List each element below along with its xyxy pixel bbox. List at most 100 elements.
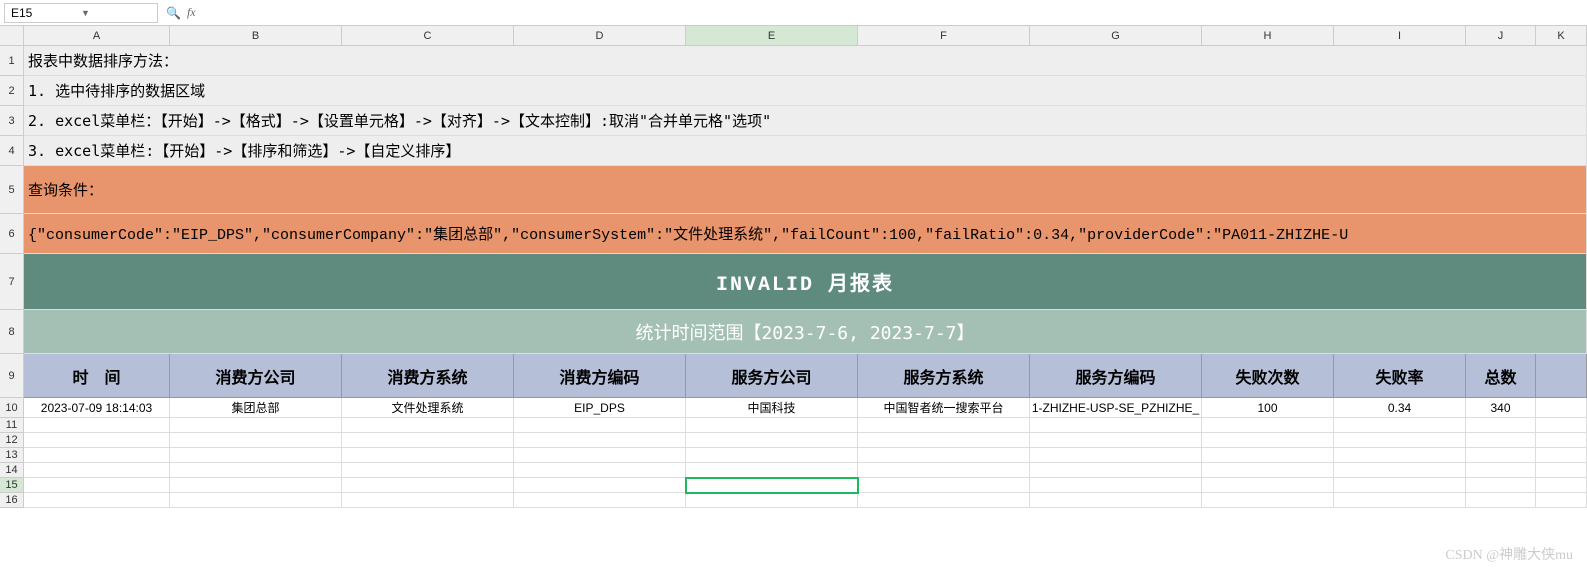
active-cell[interactable] — [686, 478, 858, 493]
row-header[interactable]: 1 — [0, 46, 24, 76]
column-header[interactable]: C — [342, 26, 514, 46]
cell[interactable] — [1466, 448, 1536, 463]
cell[interactable] — [24, 448, 170, 463]
cell[interactable] — [342, 418, 514, 433]
row-header[interactable]: 4 — [0, 136, 24, 166]
cell[interactable] — [1466, 418, 1536, 433]
table-data-cell[interactable] — [1536, 398, 1587, 418]
cell[interactable] — [342, 493, 514, 508]
cell[interactable] — [1202, 448, 1334, 463]
column-header[interactable]: A — [24, 26, 170, 46]
cell[interactable] — [24, 418, 170, 433]
table-data-cell[interactable]: EIP_DPS — [514, 398, 686, 418]
table-header-cell[interactable]: 服务方编码 — [1030, 354, 1202, 398]
cell[interactable] — [1536, 433, 1587, 448]
cell[interactable] — [858, 478, 1030, 493]
cell[interactable] — [342, 433, 514, 448]
cell[interactable] — [858, 463, 1030, 478]
cell[interactable] — [1334, 418, 1466, 433]
row-header[interactable]: 11 — [0, 418, 24, 433]
table-header-cell[interactable]: 失败率 — [1334, 354, 1466, 398]
select-all-corner[interactable] — [0, 26, 24, 46]
row-header[interactable]: 2 — [0, 76, 24, 106]
cell[interactable] — [686, 493, 858, 508]
merged-cell[interactable]: {"consumerCode":"EIP_DPS","consumerCompa… — [24, 214, 1587, 254]
table-data-cell[interactable]: 0.34 — [1334, 398, 1466, 418]
cell[interactable] — [170, 493, 342, 508]
cell[interactable] — [24, 463, 170, 478]
cell[interactable] — [1030, 418, 1202, 433]
row-header[interactable]: 14 — [0, 463, 24, 478]
cell[interactable] — [514, 493, 686, 508]
table-data-cell[interactable]: 340 — [1466, 398, 1536, 418]
row-header[interactable]: 6 — [0, 214, 24, 254]
row-header[interactable]: 16 — [0, 493, 24, 508]
cell[interactable] — [1202, 418, 1334, 433]
cell[interactable] — [342, 478, 514, 493]
cell[interactable] — [514, 433, 686, 448]
table-header-cell[interactable]: 时 间 — [24, 354, 170, 398]
table-header-cell[interactable]: 消费方编码 — [514, 354, 686, 398]
cell[interactable] — [1536, 478, 1587, 493]
cell[interactable] — [24, 493, 170, 508]
table-data-cell[interactable]: 1-ZHIZHE-USP-SE_PZHIZHE_ — [1030, 398, 1202, 418]
column-header[interactable]: D — [514, 26, 686, 46]
row-header[interactable]: 8 — [0, 310, 24, 354]
merged-cell[interactable]: INVALID 月报表 — [24, 254, 1587, 310]
chevron-down-icon[interactable]: ▼ — [81, 8, 151, 18]
cell[interactable] — [1334, 478, 1466, 493]
cell[interactable] — [1202, 493, 1334, 508]
cell[interactable] — [342, 463, 514, 478]
cell[interactable] — [686, 433, 858, 448]
column-header[interactable]: K — [1536, 26, 1587, 46]
cell[interactable] — [1536, 448, 1587, 463]
merged-cell[interactable]: 查询条件： — [24, 166, 1587, 214]
cell[interactable] — [514, 448, 686, 463]
cell[interactable] — [1202, 433, 1334, 448]
column-header[interactable]: F — [858, 26, 1030, 46]
cell[interactable] — [1536, 493, 1587, 508]
row-header[interactable]: 13 — [0, 448, 24, 463]
table-header-cell[interactable]: 失败次数 — [1202, 354, 1334, 398]
row-header[interactable]: 5 — [0, 166, 24, 214]
cell[interactable] — [1466, 433, 1536, 448]
cell[interactable] — [1536, 463, 1587, 478]
cell[interactable] — [1030, 433, 1202, 448]
cell[interactable] — [514, 418, 686, 433]
column-header[interactable]: G — [1030, 26, 1202, 46]
cell[interactable] — [1030, 493, 1202, 508]
cell[interactable] — [858, 418, 1030, 433]
cell[interactable] — [1030, 448, 1202, 463]
cell[interactable] — [686, 418, 858, 433]
cell[interactable] — [1202, 463, 1334, 478]
merged-cell[interactable]: 报表中数据排序方法： — [24, 46, 1587, 76]
formula-input-area[interactable]: 🔍 fx — [166, 5, 196, 20]
cell[interactable] — [1466, 493, 1536, 508]
row-header[interactable]: 12 — [0, 433, 24, 448]
cell[interactable] — [170, 433, 342, 448]
merged-cell[interactable]: 统计时间范围【2023-7-6, 2023-7-7】 — [24, 310, 1587, 354]
row-header[interactable]: 7 — [0, 254, 24, 310]
table-data-cell[interactable]: 集团总部 — [170, 398, 342, 418]
cell[interactable] — [170, 463, 342, 478]
column-header[interactable]: H — [1202, 26, 1334, 46]
row-header[interactable]: 15 — [0, 478, 24, 493]
cell[interactable] — [1466, 463, 1536, 478]
cell[interactable] — [1334, 448, 1466, 463]
row-header[interactable]: 9 — [0, 354, 24, 398]
cell[interactable] — [1334, 493, 1466, 508]
table-header-cell[interactable]: 消费方公司 — [170, 354, 342, 398]
column-header[interactable]: B — [170, 26, 342, 46]
cell[interactable] — [1334, 463, 1466, 478]
table-header-cell[interactable]: 总数 — [1466, 354, 1536, 398]
cell[interactable] — [1030, 478, 1202, 493]
table-data-cell[interactable]: 中国科技 — [686, 398, 858, 418]
cell[interactable] — [514, 478, 686, 493]
table-data-cell[interactable]: 2023-07-09 18:14:03 — [24, 398, 170, 418]
cell[interactable] — [858, 448, 1030, 463]
merged-cell[interactable]: 2. excel菜单栏：【开始】->【格式】->【设置单元格】->【对齐】->【… — [24, 106, 1587, 136]
cell[interactable] — [858, 433, 1030, 448]
table-header-cell[interactable] — [1536, 354, 1587, 398]
row-header[interactable]: 10 — [0, 398, 24, 418]
cell[interactable] — [686, 448, 858, 463]
